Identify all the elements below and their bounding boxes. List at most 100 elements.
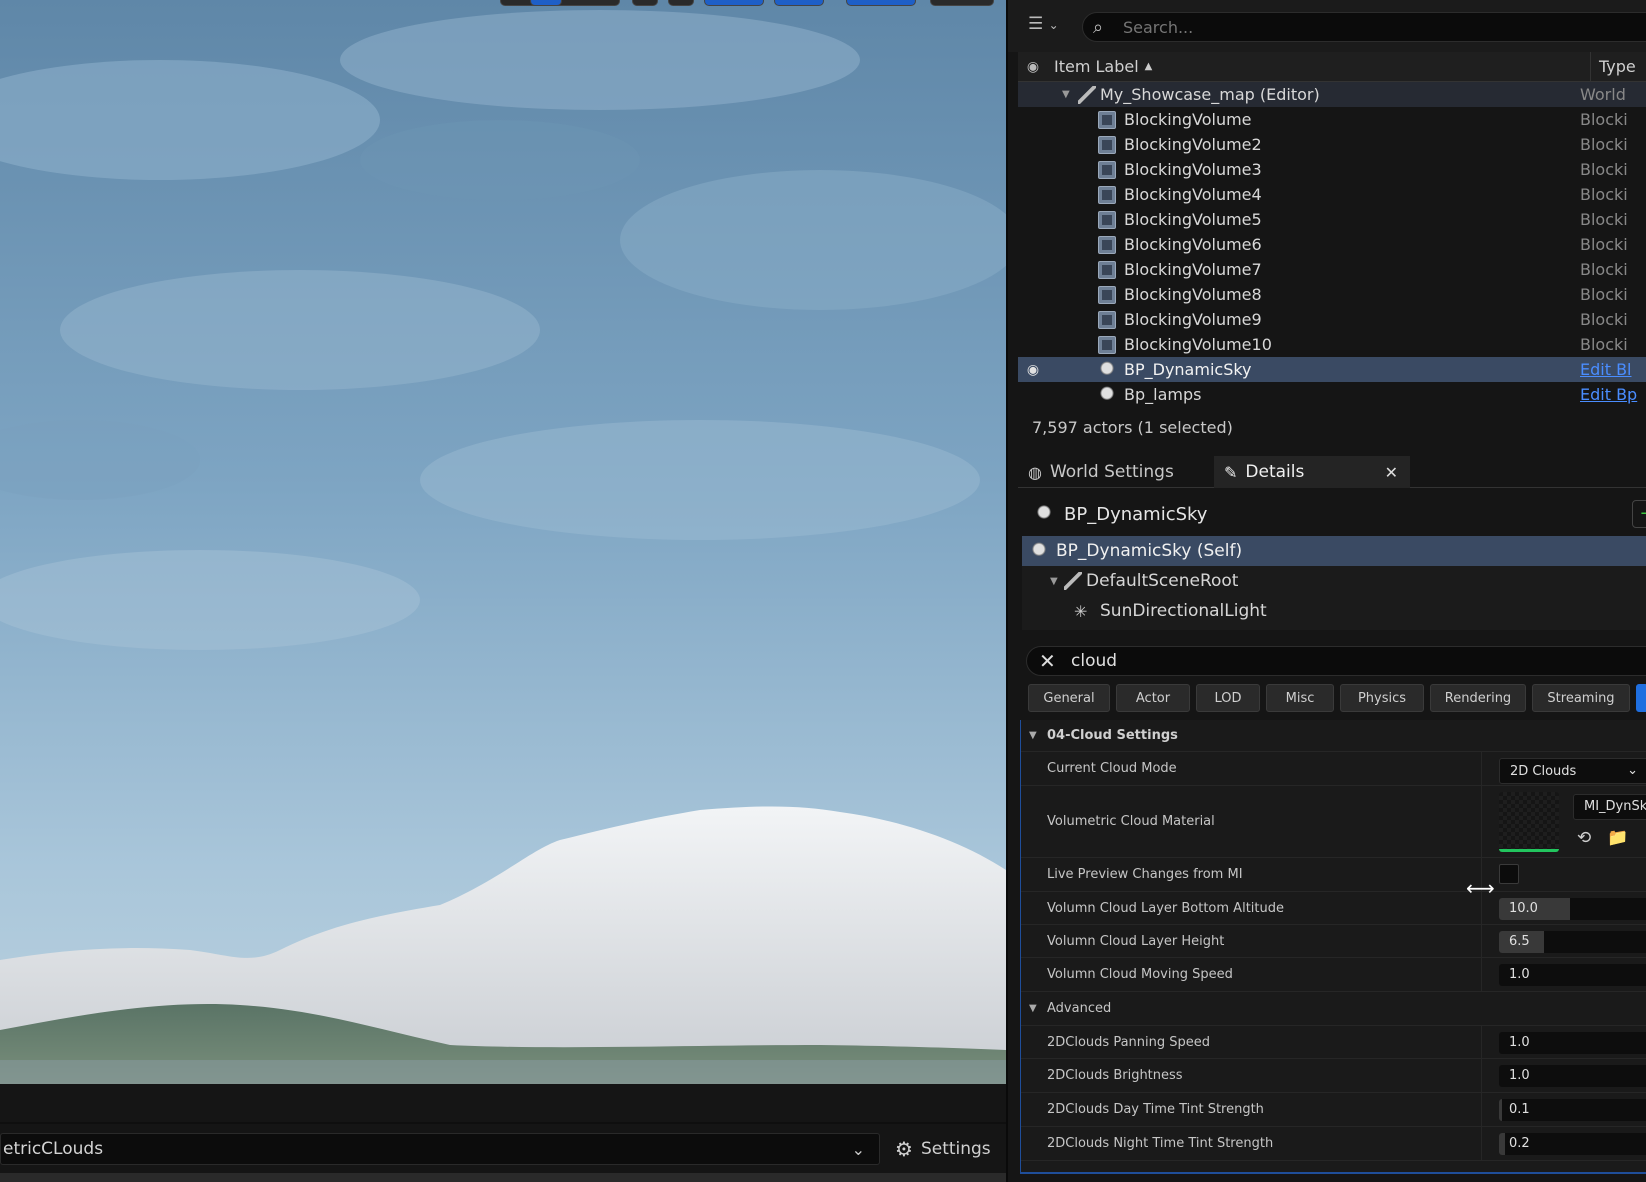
numeric-value: 1.0	[1509, 1035, 1530, 1050]
outliner-row[interactable]: BlockingVolume2 Blocki	[1018, 132, 1646, 157]
outliner-row-label: BlockingVolume6	[1124, 235, 1262, 254]
tab-details[interactable]: ✎ Details ✕	[1214, 456, 1410, 488]
preset-dropdown[interactable]: etricCLouds ⌄	[0, 1133, 880, 1165]
category-active[interactable]	[1636, 684, 1646, 712]
live-preview-checkbox[interactable]	[1499, 864, 1519, 884]
blocking-volume-icon	[1098, 160, 1116, 179]
outliner-row-selected[interactable]: ◉ BP_DynamicSky Edit Bl	[1018, 357, 1646, 382]
outliner-row[interactable]: Bp_lamps Edit Bp	[1018, 382, 1646, 407]
outliner-row[interactable]: BlockingVolume7 Blocki	[1018, 257, 1646, 282]
section-advanced[interactable]: ▼ Advanced	[1021, 992, 1646, 1026]
outliner-row-type: Blocki	[1580, 110, 1628, 129]
prop-label: Current Cloud Mode	[1047, 761, 1177, 776]
filter-button[interactable]: ☰ ⌄	[1028, 14, 1072, 38]
outliner-search[interactable]: ⌕	[1082, 12, 1646, 42]
blocking-volume-icon	[1098, 235, 1116, 254]
category-general[interactable]: General	[1028, 684, 1110, 712]
outliner-row-type: Blocki	[1580, 285, 1628, 304]
outliner-row[interactable]: BlockingVolume Blocki	[1018, 107, 1646, 132]
clear-search-icon[interactable]: ✕	[1039, 649, 1059, 673]
column-item-label[interactable]: Item Label	[1054, 57, 1139, 76]
collapse-arrow-icon[interactable]: ▼	[1029, 1003, 1037, 1014]
night-tint-input[interactable]: 0.2	[1499, 1133, 1646, 1155]
outliner-row[interactable]: BlockingVolume5 Blocki	[1018, 207, 1646, 232]
actor-count: 7,597 actors (1 selected)	[1032, 418, 1233, 437]
outliner-row[interactable]: BlockingVolume6 Blocki	[1018, 232, 1646, 257]
add-component-button[interactable]: +	[1632, 500, 1646, 528]
component-label: SunDirectionalLight	[1100, 601, 1267, 621]
eye-icon[interactable]: ◉	[1018, 59, 1048, 75]
outliner-row[interactable]: BlockingVolume9 Blocki	[1018, 307, 1646, 332]
panning-speed-input[interactable]: 1.0	[1499, 1032, 1646, 1054]
column-type[interactable]: Type	[1590, 52, 1646, 82]
outliner-row[interactable]: BlockingVolume8 Blocki	[1018, 282, 1646, 307]
collapse-arrow-icon[interactable]: ▼	[1029, 730, 1037, 741]
viewport-toolbar-button[interactable]	[632, 0, 658, 6]
eye-icon[interactable]: ◉	[1022, 362, 1044, 378]
level-viewport[interactable]	[0, 0, 1006, 1084]
expand-arrow-icon[interactable]: ▼	[1050, 576, 1058, 587]
component-tree: BP_DynamicSky (Self) ▼ DefaultSceneRoot …	[1022, 536, 1646, 630]
bottom-altitude-input[interactable]: 10.0	[1499, 898, 1646, 920]
cloud-mode-dropdown[interactable]: 2D Clouds ⌄	[1499, 758, 1646, 784]
prop-label: Volumn Cloud Layer Height	[1047, 933, 1225, 949]
globe-icon: ◍	[1028, 462, 1042, 482]
outliner-row-world[interactable]: ▼ My_Showcase_map (Editor) World	[1018, 82, 1646, 107]
brightness-input[interactable]: 1.0	[1499, 1065, 1646, 1087]
category-physics[interactable]: Physics	[1340, 684, 1424, 712]
outliner-row[interactable]: BlockingVolume3 Blocki	[1018, 157, 1646, 182]
viewport-toolbar-button[interactable]	[930, 0, 994, 6]
outliner-header: ◉ Item Label ▲ Type	[1018, 52, 1646, 82]
tab-world-settings[interactable]: ◍ World Settings	[1018, 456, 1208, 488]
category-rendering[interactable]: Rendering	[1430, 684, 1526, 712]
prop-brightness: 2DClouds Brightness 1.0	[1021, 1059, 1646, 1093]
use-selected-icon[interactable]: ⟲	[1577, 828, 1591, 848]
browse-folder-icon[interactable]: 📁	[1607, 828, 1628, 848]
details-search[interactable]: ✕	[1026, 646, 1646, 676]
outliner-row[interactable]: BlockingVolume4 Blocki	[1018, 182, 1646, 207]
category-lod[interactable]: LOD	[1196, 684, 1260, 712]
category-streaming[interactable]: Streaming	[1532, 684, 1630, 712]
component-sun-directional-light[interactable]: ✳ SunDirectionalLight	[1022, 596, 1646, 626]
material-thumbnail[interactable]	[1499, 792, 1559, 852]
filter-icon: ☰	[1028, 14, 1044, 34]
outliner-search-input[interactable]	[1123, 17, 1623, 37]
blueprint-icon	[1030, 542, 1048, 560]
moving-speed-input[interactable]: 1.0	[1499, 964, 1646, 986]
blocking-volume-icon	[1098, 185, 1116, 204]
prop-label: Volumn Cloud Layer Bottom Altitude	[1047, 900, 1284, 916]
settings-button[interactable]: ⚙ Settings	[895, 1134, 991, 1164]
prop-label: Volumn Cloud Moving Speed	[1047, 967, 1233, 982]
tab-label: World Settings	[1049, 462, 1174, 482]
section-label: Advanced	[1047, 1001, 1112, 1016]
outliner-row-label: BlockingVolume7	[1124, 260, 1262, 279]
expand-arrow-icon[interactable]: ▼	[1062, 89, 1070, 100]
editor-window: etricCLouds ⌄ ⚙ Settings ☰ ⌄ ⌕ ◉ Item La…	[0, 0, 1646, 1182]
category-misc[interactable]: Misc	[1266, 684, 1334, 712]
component-default-scene-root[interactable]: ▼ DefaultSceneRoot	[1022, 566, 1646, 596]
edit-blueprint-link[interactable]: Edit Bl	[1580, 360, 1646, 379]
section-cloud-settings[interactable]: ▼ 04-Cloud Settings	[1021, 720, 1646, 752]
viewport-toolbar-active[interactable]	[774, 0, 824, 6]
viewport-toolbar-active[interactable]	[530, 0, 562, 6]
prop-label: 2DClouds Panning Speed	[1047, 1034, 1211, 1050]
component-self[interactable]: BP_DynamicSky (Self)	[1022, 536, 1646, 566]
blocking-volume-icon	[1098, 310, 1116, 329]
layer-height-input[interactable]: 6.5	[1499, 931, 1646, 953]
outliner-row-type: World	[1580, 85, 1626, 104]
material-asset-picker[interactable]: MI_DynSkyV	[1573, 794, 1646, 820]
category-actor[interactable]: Actor	[1116, 684, 1190, 712]
viewport-toolbar-active[interactable]	[846, 0, 916, 6]
tab-label: Details	[1245, 462, 1305, 482]
close-icon[interactable]: ✕	[1385, 463, 1398, 482]
outliner-row[interactable]: BlockingVolume10 Blocki	[1018, 332, 1646, 357]
blocking-volume-icon	[1098, 260, 1116, 279]
edit-blueprint-link[interactable]: Edit Bp	[1580, 385, 1646, 404]
viewport-toolbar-button[interactable]	[668, 0, 694, 6]
details-search-input[interactable]	[1071, 651, 1631, 671]
prop-bottom-altitude: Volumn Cloud Layer Bottom Altitude 10.0	[1021, 892, 1646, 925]
prop-label: 2DClouds Brightness	[1047, 1068, 1183, 1083]
day-tint-input[interactable]: 0.1	[1499, 1099, 1646, 1121]
outliner-row-label: My_Showcase_map (Editor)	[1100, 85, 1320, 104]
viewport-toolbar-active[interactable]	[704, 0, 764, 6]
